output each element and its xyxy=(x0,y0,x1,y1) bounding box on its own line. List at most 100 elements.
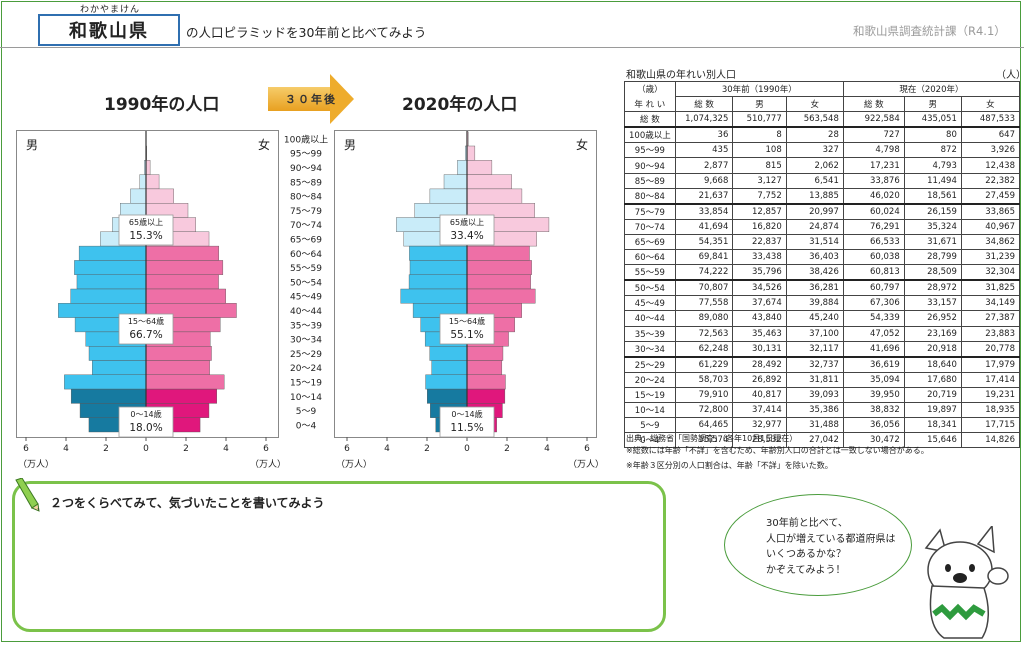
table-cell: 23,169 xyxy=(903,325,962,342)
age-group-label: 15〜19 xyxy=(290,378,322,388)
male-bar xyxy=(457,160,468,175)
table-cell: 58,703 xyxy=(674,371,734,388)
table-cell: 67,306 xyxy=(842,295,905,312)
table-row: 50〜54 70,807 34,526 36,281 60,797 28,972 31,82… xyxy=(624,279,1021,297)
female-bar xyxy=(466,188,523,204)
table-cell: 28,799 xyxy=(903,249,962,266)
table-age-label: 30〜34 xyxy=(624,340,676,358)
age-group-label: 50〜54 xyxy=(290,278,322,288)
table-cell: 36,056 xyxy=(842,417,905,434)
x-tick-label: 2 xyxy=(504,444,510,454)
table-cell: 32,117 xyxy=(785,340,844,358)
table-cell: 28,972 xyxy=(903,279,962,297)
bubble-text: 30年前と比べて、 人口が増えている都道府県は いくつあるかな？ かぞえてみよう… xyxy=(766,516,896,578)
table-cell: 66,533 xyxy=(842,233,905,251)
female-bar xyxy=(466,274,531,290)
male-bar xyxy=(431,360,468,376)
x-tick-label: 4 xyxy=(384,444,390,454)
table-header-total: 総 数 xyxy=(842,96,905,113)
table-header-female: 女 xyxy=(785,96,844,113)
age-group-label: 5〜9 xyxy=(296,407,317,417)
age-group-label: 100歳以上 xyxy=(284,133,328,145)
table-cell: 31,671 xyxy=(903,233,962,251)
male-bar xyxy=(408,274,468,290)
band-value: 18.0% xyxy=(129,422,162,434)
band-value: 15.3% xyxy=(129,230,162,242)
table-cell: 60,038 xyxy=(842,249,905,266)
table-cell: 31,239 xyxy=(960,249,1021,266)
table-cell: 60,024 xyxy=(842,202,905,220)
table-cell: 17,715 xyxy=(960,417,1021,434)
x-unit-label: （万人） xyxy=(336,459,372,470)
table-cell: 922,584 xyxy=(842,111,905,128)
table-row: 15〜19 79,910 40,817 39,093 39,950 20,719 19,23… xyxy=(624,386,1021,403)
table-row: 60〜64 69,841 33,438 36,403 60,038 28,799 31,23… xyxy=(624,249,1021,266)
bubble-line: 30年前と比べて、 xyxy=(766,518,848,529)
age-group-label: 10〜14 xyxy=(290,393,322,403)
band-label: 65歳以上 xyxy=(129,217,163,227)
female-bar xyxy=(145,174,160,190)
table-cell: 28,492 xyxy=(732,355,787,373)
table-cell: 22,382 xyxy=(960,172,1021,189)
table-cell: 21,637 xyxy=(674,187,734,205)
table-row: 20〜24 58,703 26,892 31,811 35,094 17,680 17,41… xyxy=(624,371,1021,388)
prefecture-name-box[interactable]: 和歌山県 xyxy=(38,14,180,46)
table-cell: 89,080 xyxy=(674,310,734,327)
female-label: 女 xyxy=(258,137,270,152)
table-cell: 4,798 xyxy=(842,142,905,159)
table-cell: 40,967 xyxy=(960,218,1021,235)
table-row: 100歳以上 36 8 28 727 80 647 xyxy=(624,126,1021,144)
table-cell: 12,857 xyxy=(732,202,787,220)
table-cell: 17,231 xyxy=(842,157,905,174)
male-bar xyxy=(70,388,147,404)
table-cell: 6,541 xyxy=(785,172,844,189)
male-bar xyxy=(70,288,147,304)
age-group-label: 35〜39 xyxy=(290,321,322,331)
table-corner-top: （歳） xyxy=(624,80,676,97)
table-age-label: 85〜89 xyxy=(624,172,676,189)
table-cell: 22,837 xyxy=(732,233,787,251)
table-cell: 37,414 xyxy=(732,401,787,419)
table-cell: 12,438 xyxy=(960,157,1021,174)
table-cell: 872 xyxy=(903,142,962,159)
table-age-label: 25〜29 xyxy=(624,355,676,373)
male-bar xyxy=(425,374,468,390)
table-cell: 64,465 xyxy=(674,417,734,434)
band-value: 33.4% xyxy=(450,230,483,242)
table-title: 和歌山県の年れい別人口 xyxy=(626,70,736,81)
table-row: 35〜39 72,563 35,463 37,100 47,052 23,169 23,88… xyxy=(624,325,1021,342)
x-tick-label: 6 xyxy=(584,444,590,454)
band-value: 55.1% xyxy=(450,329,483,341)
male-bar xyxy=(74,260,147,275)
table-cell: 510,777 xyxy=(732,111,787,128)
table-cell: 35,463 xyxy=(732,325,787,342)
female-bar xyxy=(145,274,219,290)
table-age-label: 95〜99 xyxy=(624,142,676,159)
table-cell: 72,563 xyxy=(674,325,734,342)
table-cell: 36,403 xyxy=(785,249,844,266)
table-cell: 327 xyxy=(785,142,844,159)
male-bar xyxy=(88,345,147,361)
x-tick-label: 6 xyxy=(23,444,29,454)
table-cell: 80 xyxy=(903,126,962,144)
table-cell: 74,222 xyxy=(674,264,734,281)
table-row: 45〜49 77,558 37,674 39,884 67,306 33,157 34,14… xyxy=(624,295,1021,312)
table-header-male: 男 xyxy=(732,96,787,113)
table-cell: 11,494 xyxy=(903,172,962,189)
table-row: 30〜34 62,248 30,131 32,117 41,696 20,918 20,77… xyxy=(624,340,1021,358)
table-note-ratio: ※年齢３区分別の人口割合は、年齢「不詳」を除いた数。 xyxy=(626,461,833,470)
table-cell: 435,051 xyxy=(903,111,962,128)
page-subtitle: の人口ピラミッドを30年前と比べてみよう xyxy=(186,25,427,40)
table-cell: 19,231 xyxy=(960,386,1021,403)
table-age-label: 100歳以上 xyxy=(624,126,676,144)
male-bar xyxy=(427,388,468,404)
table-cell: 40,817 xyxy=(732,386,787,403)
table-cell: 7,752 xyxy=(732,187,787,205)
table-cell: 27,459 xyxy=(960,187,1021,205)
table-cell: 46,020 xyxy=(842,187,905,205)
x-tick-label: 2 xyxy=(103,444,109,454)
table-cell: 47,052 xyxy=(842,325,905,342)
male-bar xyxy=(130,188,147,204)
table-header-total: 総 数 xyxy=(674,96,734,113)
table-cell: 13,885 xyxy=(785,187,844,205)
